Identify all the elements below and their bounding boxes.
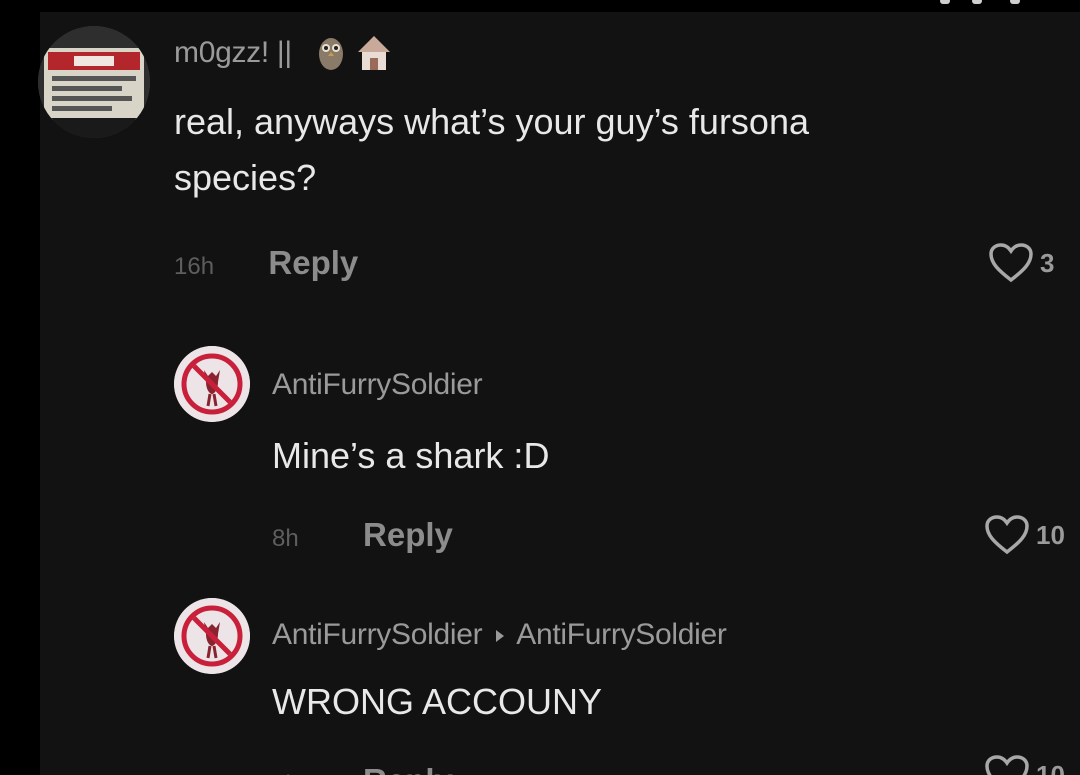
comment-timestamp: 8h (272, 771, 299, 775)
reply-item: AntiFurrySoldier AntiFurrySoldier WRONG A… (40, 584, 1080, 775)
comment-username[interactable]: AntiFurrySoldier (272, 368, 483, 402)
comment-text-line: Mine’s a shark :D (272, 435, 550, 476)
prohibited-furry-icon (174, 598, 250, 674)
comment-item: m0gzz! || real, anyways what’s your guy’… (38, 12, 1080, 312)
like-button[interactable]: 10 (984, 754, 1065, 775)
house-emoji-icon (358, 36, 390, 70)
heart-icon (984, 754, 1030, 775)
warning-sign-avatar[interactable] (38, 26, 150, 138)
no-furry-avatar[interactable] (174, 598, 250, 674)
like-count: 3 (1040, 247, 1055, 278)
prohibited-furry-icon (174, 346, 250, 422)
like-button[interactable]: 10 (984, 514, 1065, 556)
comment-text: WRONG ACCOUNY (272, 674, 602, 730)
reply-to-username[interactable]: AntiFurrySoldier (516, 618, 727, 651)
reply-arrow-icon (496, 630, 505, 643)
comment-text-line: species? (174, 157, 317, 198)
comment-text: real, anyways what’s your guy’s fursona … (174, 94, 809, 206)
reply-button[interactable]: Reply (363, 762, 453, 775)
status-bar (0, 0, 1080, 12)
warning-sign-icon (38, 26, 150, 138)
heart-icon (988, 242, 1034, 284)
comment-meta: 16h Reply (174, 244, 358, 282)
comment-text-line: WRONG ACCOUNY (272, 681, 603, 722)
heart-icon (984, 514, 1030, 556)
like-button[interactable]: 3 (988, 242, 1054, 284)
username-badges (316, 32, 392, 72)
reply-button[interactable]: Reply (363, 516, 453, 553)
comment-text-line: real, anyways what’s your guy’s fursona (174, 101, 809, 142)
like-count: 10 (1036, 759, 1065, 775)
status-icons (910, 0, 1030, 6)
comment-username-line: AntiFurrySoldier AntiFurrySoldier (272, 618, 727, 652)
reply-button[interactable]: Reply (268, 244, 358, 281)
comment-username[interactable]: m0gzz! || (174, 36, 292, 70)
comment-username[interactable]: AntiFurrySoldier (272, 618, 483, 651)
owl-emoji-icon (319, 38, 343, 70)
comment-timestamp: 16h (174, 253, 215, 280)
reply-item: AntiFurrySoldier Mine’s a shark :D 8h Re… (40, 332, 1080, 572)
comments-panel: m0gzz! || real, anyways what’s your guy’… (38, 12, 1080, 775)
no-furry-avatar[interactable] (174, 346, 250, 422)
comment-meta: 8h Reply (272, 762, 453, 775)
like-count: 10 (1036, 519, 1065, 550)
comment-meta: 8h Reply (272, 516, 453, 554)
comment-text: Mine’s a shark :D (272, 428, 549, 484)
comment-timestamp: 8h (272, 525, 299, 552)
